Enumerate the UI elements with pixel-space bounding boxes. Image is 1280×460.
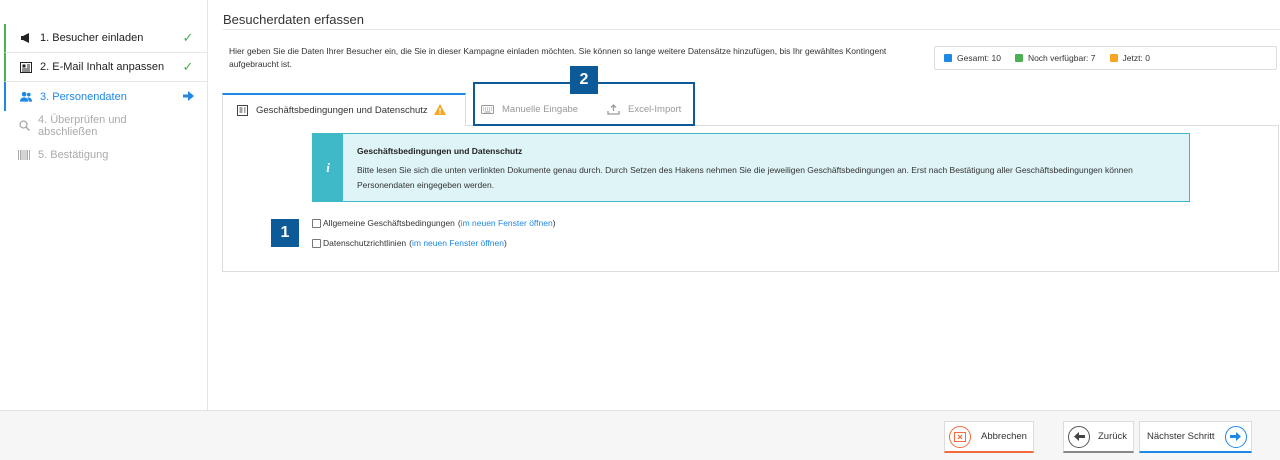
counter-available: Noch verfügbar: 7 [1014, 53, 1096, 63]
step-label: 1. Besucher einladen [40, 32, 144, 44]
quota-counter: Gesamt: 10 Noch verfügbar: 7 Jetzt: 0 [934, 46, 1277, 70]
step-invite-visitors[interactable]: 1. Besucher einladen ✓ [4, 24, 208, 53]
search-icon [18, 120, 30, 132]
document-icon [237, 105, 248, 116]
checkbox-label: Allgemeine Geschäftsbedingungen [323, 218, 455, 228]
info-text: Bitte lesen Sie sich die unten verlinkte… [357, 165, 1133, 190]
main-content: Besucherdaten erfassen Hier geben Sie di… [209, 0, 1280, 410]
info-alert: i Geschäftsbedingungen und Datenschutz B… [312, 133, 1190, 202]
newspaper-icon [20, 61, 32, 73]
page-title: Besucherdaten erfassen [223, 12, 364, 27]
cancel-label: Abbrechen [981, 431, 1027, 442]
info-icon: i [313, 134, 343, 201]
users-icon [20, 91, 32, 103]
arrow-left-icon [1068, 425, 1090, 448]
info-title: Geschäftsbedingungen und Datenschutz [357, 146, 523, 156]
warning-icon [433, 103, 446, 118]
step-label: 4. Überprüfen und abschließen [38, 113, 127, 138]
arrow-right-icon [1224, 425, 1247, 448]
megaphone-icon [20, 32, 32, 44]
checkmark-icon: ✓ [182, 59, 194, 74]
privacy-checkbox[interactable] [312, 238, 321, 248]
next-label: Nächster Schritt [1147, 431, 1215, 442]
callout-badge-2: 2 [570, 66, 598, 94]
tab-label: Geschäftsbedingungen und Datenschutz [256, 105, 428, 116]
barcode-icon [18, 149, 30, 161]
terms-link[interactable]: (im neuen Fenster öffnen) [458, 218, 556, 228]
checkbox-row-privacy: Datenschutzrichtlinien (im neuen Fenster… [312, 238, 507, 248]
total-swatch [944, 54, 952, 62]
step-label: 2. E-Mail Inhalt anpassen [40, 61, 165, 73]
back-label: Zurück [1098, 431, 1128, 442]
arrow-right-icon [180, 89, 196, 104]
available-swatch [1014, 54, 1023, 62]
counter-now: Jetzt: 0 [1109, 53, 1150, 63]
step-confirmation[interactable]: 5. Bestätigung [4, 140, 208, 169]
checkbox-row-terms: Allgemeine Geschäftsbedingungen (im neue… [312, 218, 556, 228]
back-button[interactable]: Zurück [1063, 421, 1134, 453]
next-step-button[interactable]: Nächster Schritt [1139, 421, 1252, 453]
checkbox-label: Datenschutzrichtlinien [323, 238, 407, 248]
callout-badge-1: 1 [271, 219, 299, 247]
step-label: 5. Bestätigung [38, 148, 109, 161]
tab-terms-privacy[interactable]: Geschäftsbedingungen und Datenschutz [222, 93, 466, 126]
title-divider [223, 29, 1280, 30]
terms-checkbox[interactable] [312, 218, 321, 228]
intro-text: Hier geben Sie die Daten Ihrer Besucher … [229, 46, 887, 69]
step-label: 3. Personendaten [40, 90, 127, 103]
wizard-sidebar: 1. Besucher einladen ✓ 2. E-Mail Inhalt … [0, 0, 208, 410]
checkmark-icon: ✓ [182, 30, 194, 45]
cancel-button[interactable]: Abbrechen [944, 421, 1034, 453]
step-person-data[interactable]: 3. Personendaten [4, 82, 208, 111]
now-swatch [1109, 54, 1118, 62]
cancel-icon [949, 425, 971, 448]
wizard-footer: Abbrechen Zurück Nächster Schritt [0, 410, 1280, 460]
counter-total: Gesamt: 10 [944, 53, 1001, 63]
step-review-finish[interactable]: 4. Überprüfen und abschließen [4, 111, 208, 140]
step-email-content[interactable]: 2. E-Mail Inhalt anpassen ✓ [4, 53, 208, 82]
privacy-link[interactable]: (im neuen Fenster öffnen) [409, 238, 507, 248]
